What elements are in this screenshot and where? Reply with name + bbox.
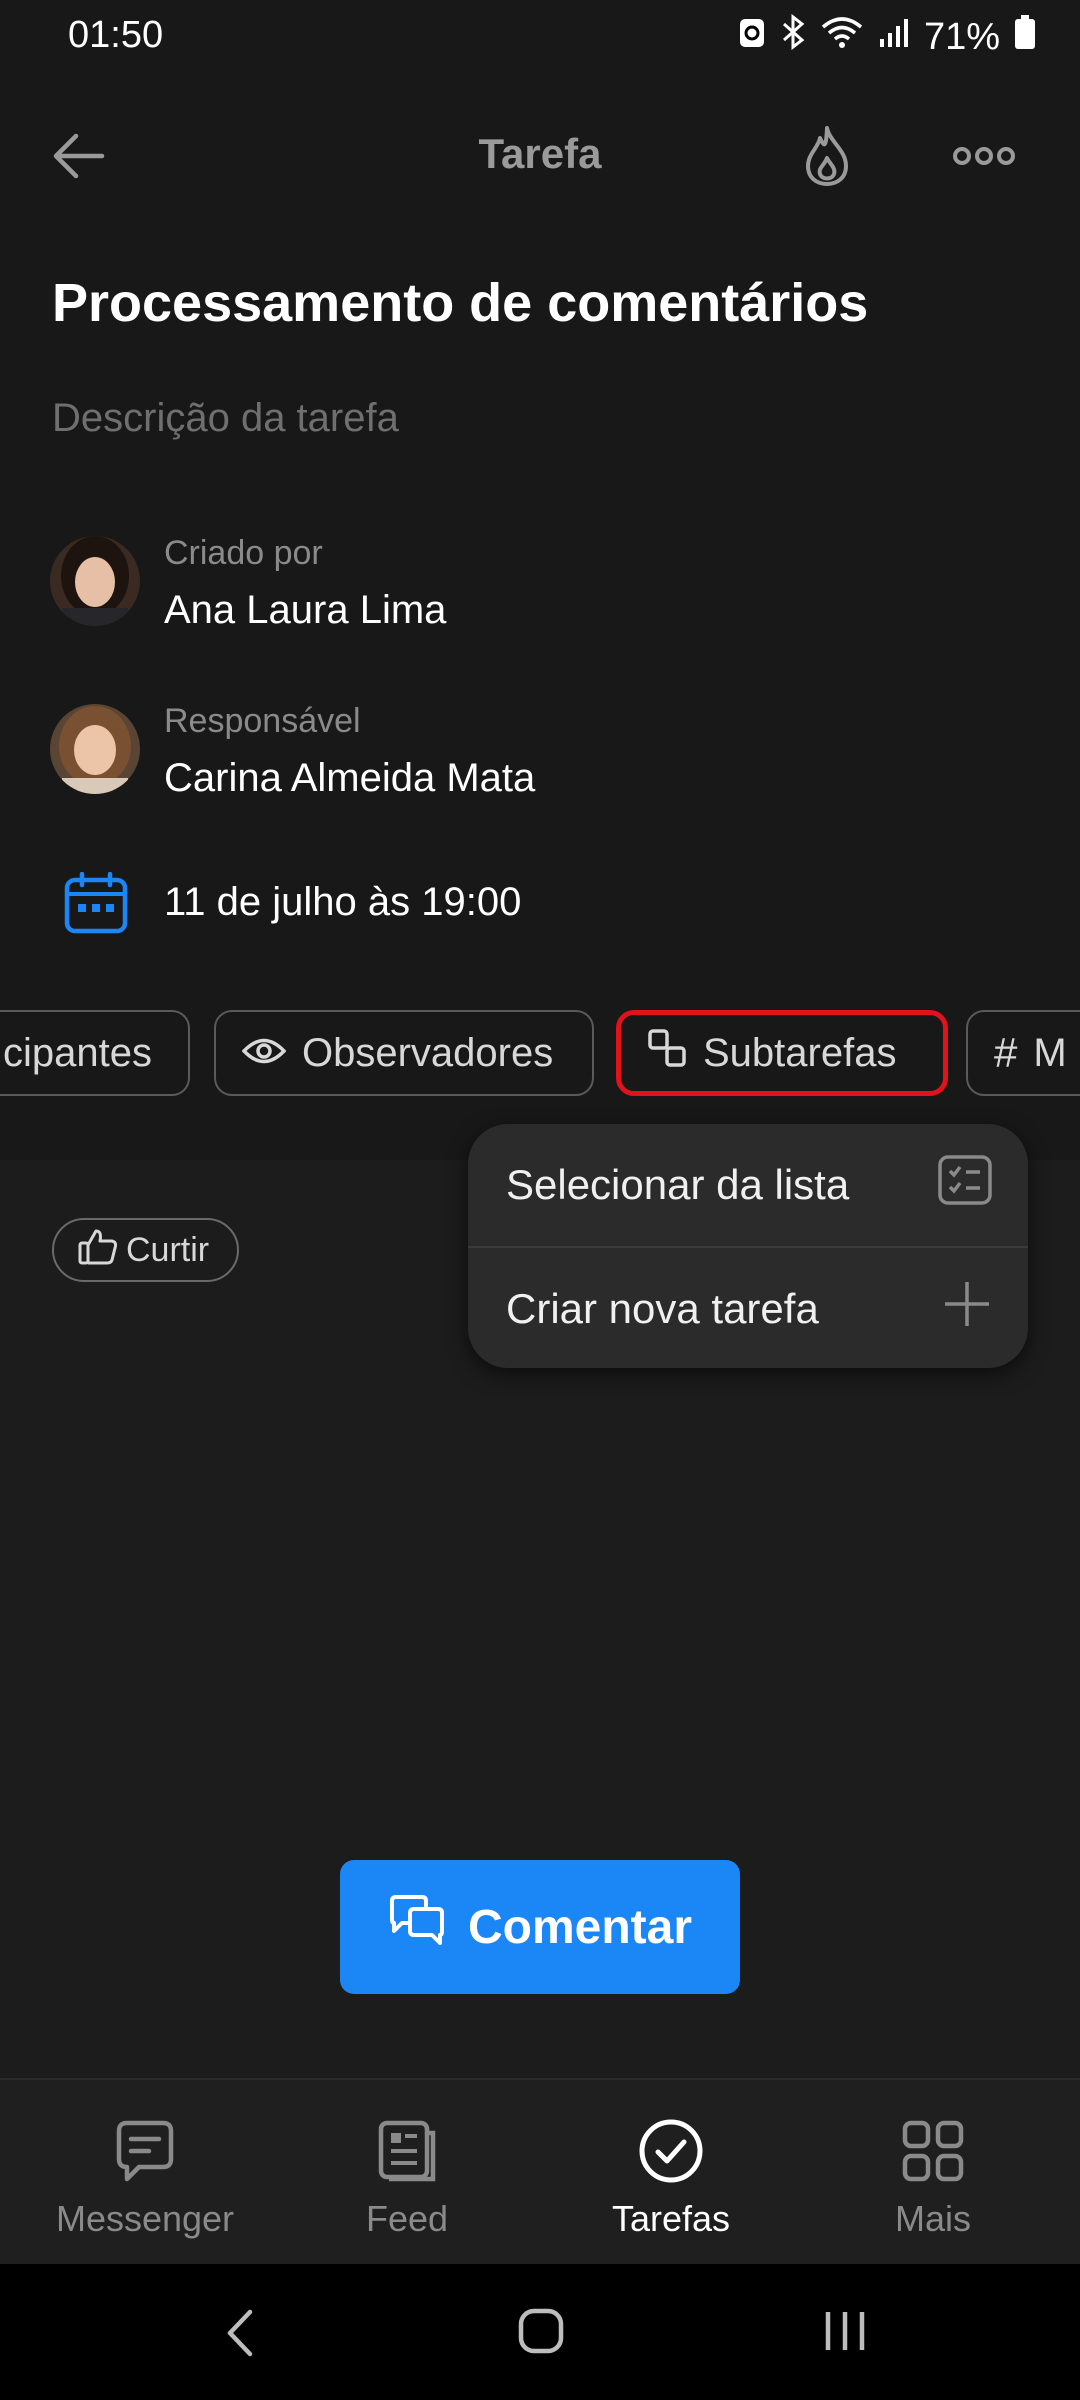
nav-messenger[interactable]: Messenger [10,2080,280,2266]
responsible-avatar[interactable] [50,704,140,794]
responsible-label: Responsável [164,702,361,740]
more-options-button[interactable] [952,138,1016,174]
nav-more[interactable]: Mais [798,2080,1068,2266]
deadline-value[interactable]: 11 de julho às 19:00 [164,880,521,925]
page-title: Tarefa [478,130,602,177]
feed-icon [375,2116,439,2186]
chip-tags[interactable]: # M [966,1010,1080,1096]
system-home-icon [518,2308,564,2354]
nav-feed-label: Feed [365,2198,449,2239]
calendar-icon [64,871,128,939]
sync-icon [738,15,766,59]
bluetooth-icon [780,13,806,60]
bottom-navigation: Messenger Feed Tarefas Mais [0,2078,1080,2266]
chip-participants-label: cipantes [3,1030,152,1075]
create-new-task-label: Criar nova tarefa [506,1285,819,1332]
more-horizontal-icon [953,147,1015,165]
subtasks-icon [647,1028,687,1078]
task-description-field[interactable]: Descrição da tarefa [52,396,399,441]
created-by-label: Criado por [164,534,323,572]
select-from-list-label: Selecionar da lista [506,1161,850,1208]
battery-icon [1014,14,1036,60]
signal-icon [878,16,910,59]
nav-tasks[interactable]: Tarefas [536,2080,806,2266]
nav-feed[interactable]: Feed [272,2080,542,2266]
comment-button[interactable]: Comentar [340,1860,740,1994]
system-recents-icon [825,2312,865,2350]
wifi-icon [820,15,864,59]
chat-bubbles-icon [388,1895,446,1959]
check-circle-icon [637,2116,705,2186]
system-home-button[interactable] [518,2308,564,2359]
responsible-name[interactable]: Carina Almeida Mata [164,756,535,801]
subtasks-menu: Selecionar da lista Criar nova tarefa [468,1124,1028,1368]
flame-icon [806,126,848,186]
nav-tasks-label: Tarefas [611,2198,731,2239]
system-back-icon [227,2309,253,2357]
creator-avatar[interactable] [50,536,140,626]
menu-item-select-from-list[interactable]: Selecionar da lista [468,1124,1028,1246]
like-label: Curtir [126,1230,210,1269]
system-recents-button[interactable] [822,2308,868,2359]
chip-observers-label: Observadores [302,1030,554,1075]
chip-observers[interactable]: Observadores [214,1010,594,1096]
system-back-button[interactable] [224,2308,254,2363]
chip-subtasks-label: Subtarefas [703,1030,897,1075]
hash-icon: # [994,1029,1018,1076]
created-by-name[interactable]: Ana Laura Lima [164,588,446,633]
flame-button[interactable] [800,124,854,188]
nav-more-label: Mais [894,2198,971,2239]
eye-icon [241,1031,287,1076]
chip-subtasks[interactable]: Subtarefas [616,1010,948,1096]
grid-icon [902,2116,964,2186]
chip-participants[interactable]: cipantes [0,1010,190,1096]
like-button[interactable]: Curtir [52,1218,240,1282]
chip-tags-label: M [1033,1030,1067,1075]
status-time: 01:50 [68,14,164,56]
comment-label: Comentar [467,1900,693,1954]
status-icons: 71% [738,13,1036,60]
messenger-icon [113,2116,177,2186]
nav-messenger-label: Messenger [55,2198,235,2239]
battery-percent: 71% [923,15,1000,58]
checklist-icon [938,1155,992,1215]
menu-item-create-new-task[interactable]: Criar nova tarefa [468,1248,1028,1370]
plus-icon [942,1279,992,1339]
task-title[interactable]: Processamento de comentários [52,272,868,334]
system-navigation-bar [0,2264,1080,2400]
thumbs-up-icon [78,1227,118,1274]
